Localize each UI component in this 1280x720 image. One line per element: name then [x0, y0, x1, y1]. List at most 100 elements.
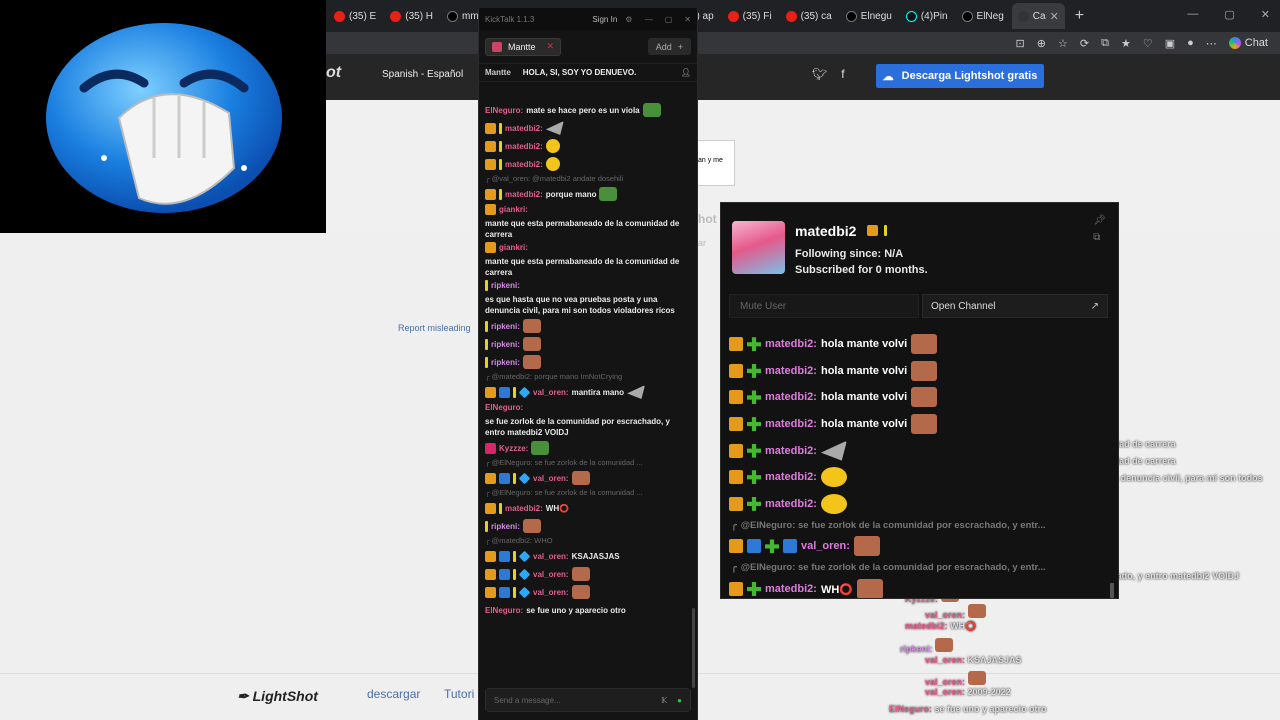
chat-message[interactable]: ripkeni:	[485, 354, 691, 370]
emote-picker-icon[interactable]: ●	[677, 696, 682, 705]
profile-avatar-icon[interactable]: ●	[1187, 37, 1194, 49]
kick-emote-icon[interactable]: 𝕂	[661, 696, 667, 705]
chat-username[interactable]: matedbi2:	[505, 503, 543, 514]
chat-username[interactable]: matedbi2:	[505, 189, 543, 200]
chat-username[interactable]: giankri:	[499, 204, 528, 215]
download-lightshot-button[interactable]: ☁ Descarga Lightshot gratis	[876, 64, 1044, 88]
user-history-message[interactable]: matedbi2:	[729, 491, 1115, 518]
browser-tab[interactable]: (35) ca	[780, 3, 838, 29]
user-message-history[interactable]: matedbi2: hola mante volvi matedbi2: hola m…	[729, 331, 1115, 598]
maximize-icon[interactable]: ▢	[665, 15, 673, 24]
chat-username[interactable]: ripkeni:	[491, 280, 520, 291]
twitter-icon[interactable]: 🐦︎	[812, 67, 827, 81]
chat-message[interactable]: matedbi2: WH⭕	[485, 500, 691, 516]
chat-username[interactable]: matedbi2:	[765, 471, 817, 483]
chat-message[interactable]: val_oren: mantira mano	[485, 384, 691, 400]
chat-username[interactable]: matedbi2:	[765, 365, 817, 377]
browser-tab[interactable]: Elnegu	[840, 3, 898, 29]
extensions-icon[interactable]: ⧉	[1101, 37, 1109, 50]
user-history-message[interactable]: matedbi2: hola mante volvi	[729, 358, 1115, 385]
chat-message[interactable]: val_oren:	[485, 470, 691, 486]
chat-username[interactable]: ripkeni:	[491, 521, 520, 532]
chat-message[interactable]: ripkeni:	[485, 518, 691, 534]
language-selector[interactable]: Spanish - Español	[382, 69, 463, 80]
chat-username[interactable]: matedbi2:	[765, 418, 817, 430]
browser-tab[interactable]: (35) Fi	[722, 3, 778, 29]
sign-in-button[interactable]: Sign In	[592, 15, 617, 24]
chat-username[interactable]: val_oren:	[533, 551, 569, 562]
browser-tab[interactable]: (35) H	[384, 3, 439, 29]
footer-link-tutorial[interactable]: Tutori	[444, 687, 474, 701]
chat-username[interactable]: matedbi2:	[505, 123, 543, 134]
chat-username[interactable]: matedbi2:	[505, 159, 543, 170]
minimize-icon[interactable]: —	[645, 15, 653, 24]
mute-user-button[interactable]: Mute User	[729, 294, 919, 318]
chat-message[interactable]: ripkeni: es que hasta que no vea pruebas …	[485, 280, 691, 316]
heart-icon[interactable]: ♡	[1143, 37, 1153, 50]
chat-username[interactable]: matedbi2:	[505, 141, 543, 152]
collections-icon[interactable]: ▣	[1165, 37, 1175, 50]
more-menu-icon[interactable]: ⋯	[1206, 37, 1217, 50]
chat-username[interactable]: matedbi2:	[765, 583, 817, 595]
chat-message[interactable]: giankri: mante que esta permabaneado de l…	[485, 204, 691, 240]
chat-username[interactable]: matedbi2:	[765, 391, 817, 403]
footer-link-download[interactable]: descargar	[367, 687, 420, 701]
favorites-icon[interactable]: ★	[1121, 37, 1131, 50]
chat-message[interactable]: val_oren: KSAJASJAS	[485, 548, 691, 564]
new-tab-button[interactable]: +	[1067, 7, 1092, 25]
chat-message[interactable]: matedbi2: porque mano	[485, 186, 691, 202]
settings-gear-icon[interactable]: ⚙	[625, 15, 632, 24]
chat-username[interactable]: ripkeni:	[491, 357, 520, 368]
maximize-button[interactable]: ▢	[1224, 8, 1234, 21]
pin-icon[interactable]: 📌︎	[1093, 215, 1106, 226]
chat-username[interactable]: val_oren:	[533, 569, 569, 580]
user-history-message[interactable]: val_oren:	[729, 533, 1115, 560]
chat-message[interactable]: giankri: mante que esta permabaneado de l…	[485, 242, 691, 278]
tab-mantte[interactable]: Mantte ✕	[485, 37, 561, 56]
chat-scrollbar[interactable]	[692, 608, 695, 688]
copilot-chat-button[interactable]: Chat	[1228, 37, 1268, 49]
chat-message[interactable]: ElNeguro: se fue zorlok de la comunidad p…	[485, 402, 691, 438]
browser-tab[interactable]: ElNeg	[956, 3, 1010, 29]
translate-icon[interactable]: ⊡	[1016, 37, 1025, 50]
facebook-icon[interactable]: f	[841, 67, 844, 81]
chat-username[interactable]: ElNeguro:	[485, 105, 523, 116]
chat-username[interactable]: ripkeni:	[491, 321, 520, 332]
refresh-icon[interactable]: ⟳	[1080, 37, 1089, 50]
user-history-message[interactable]: matedbi2: hola mante volvi	[729, 331, 1115, 358]
chat-username[interactable]: val_oren:	[533, 473, 569, 484]
bookmark-star-icon[interactable]: ☆	[1058, 37, 1068, 50]
minimize-button[interactable]: —	[1187, 8, 1198, 21]
chat-username[interactable]: matedbi2:	[765, 498, 817, 510]
message-input[interactable]: Send a message... 𝕂 ●	[485, 688, 691, 712]
lightshot-logo-fragment[interactable]: ot	[326, 64, 341, 82]
chat-message[interactable]: matedbi2:	[485, 120, 691, 136]
add-channel-button[interactable]: Add +	[647, 38, 691, 55]
chat-message[interactable]: ripkeni:	[485, 336, 691, 352]
close-tab-icon[interactable]: ✕	[1050, 10, 1059, 23]
chat-username[interactable]: ElNeguro:	[485, 402, 523, 413]
chat-username[interactable]: val_oren:	[801, 540, 850, 552]
close-icon[interactable]: ✕	[684, 15, 691, 24]
chat-username[interactable]: Kyzzze:	[499, 443, 528, 454]
close-tab-icon[interactable]: ✕	[546, 41, 554, 52]
copy-icon[interactable]: ⧉	[1093, 232, 1106, 243]
close-window-button[interactable]: ✕	[1261, 8, 1270, 21]
user-icon[interactable]: 👤︎	[681, 68, 691, 77]
chat-username[interactable]: val_oren:	[533, 387, 569, 398]
popup-scrollbar[interactable]	[1110, 583, 1114, 598]
chat-username[interactable]: matedbi2:	[765, 338, 817, 350]
chat-message[interactable]: ElNeguro: se fue uno y aparecio otro	[485, 602, 691, 618]
chat-username[interactable]: ripkeni:	[491, 339, 520, 350]
chat-username[interactable]: val_oren:	[533, 587, 569, 598]
chat-message[interactable]: ripkeni:	[485, 318, 691, 334]
user-history-message[interactable]: matedbi2: hola mante volvi	[729, 384, 1115, 411]
chat-message-list[interactable]: ElNeguro: mate se hace pero es un viola ma…	[479, 100, 697, 688]
footer-logo[interactable]: ✒ LightShot	[237, 688, 318, 705]
browser-tab[interactable]: (4)Pin	[900, 3, 954, 29]
chat-username[interactable]: matedbi2:	[765, 445, 817, 457]
chat-message[interactable]: val_oren:	[485, 584, 691, 600]
report-misleading-link[interactable]: Report misleading	[398, 323, 471, 333]
user-history-message[interactable]: matedbi2:	[729, 464, 1115, 491]
chat-message[interactable]: ElNeguro: mate se hace pero es un viola	[485, 102, 691, 118]
